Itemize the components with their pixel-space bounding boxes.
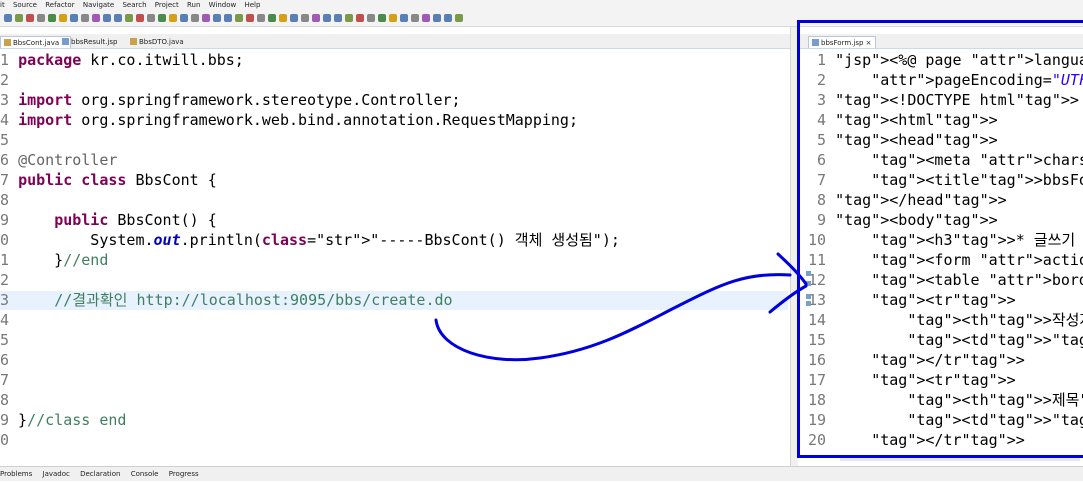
bottom-panel-tabs: Problems Javadoc Declaration Console Pro… <box>0 466 1083 481</box>
tab-problems[interactable]: Problems <box>0 470 32 478</box>
tab-declaration[interactable]: Declaration <box>80 470 120 478</box>
tab-console[interactable]: Console <box>131 470 159 478</box>
tab-progress[interactable]: Progress <box>169 470 199 478</box>
annotation-arrow <box>434 252 808 362</box>
tab-javadoc[interactable]: Javadoc <box>43 470 70 478</box>
